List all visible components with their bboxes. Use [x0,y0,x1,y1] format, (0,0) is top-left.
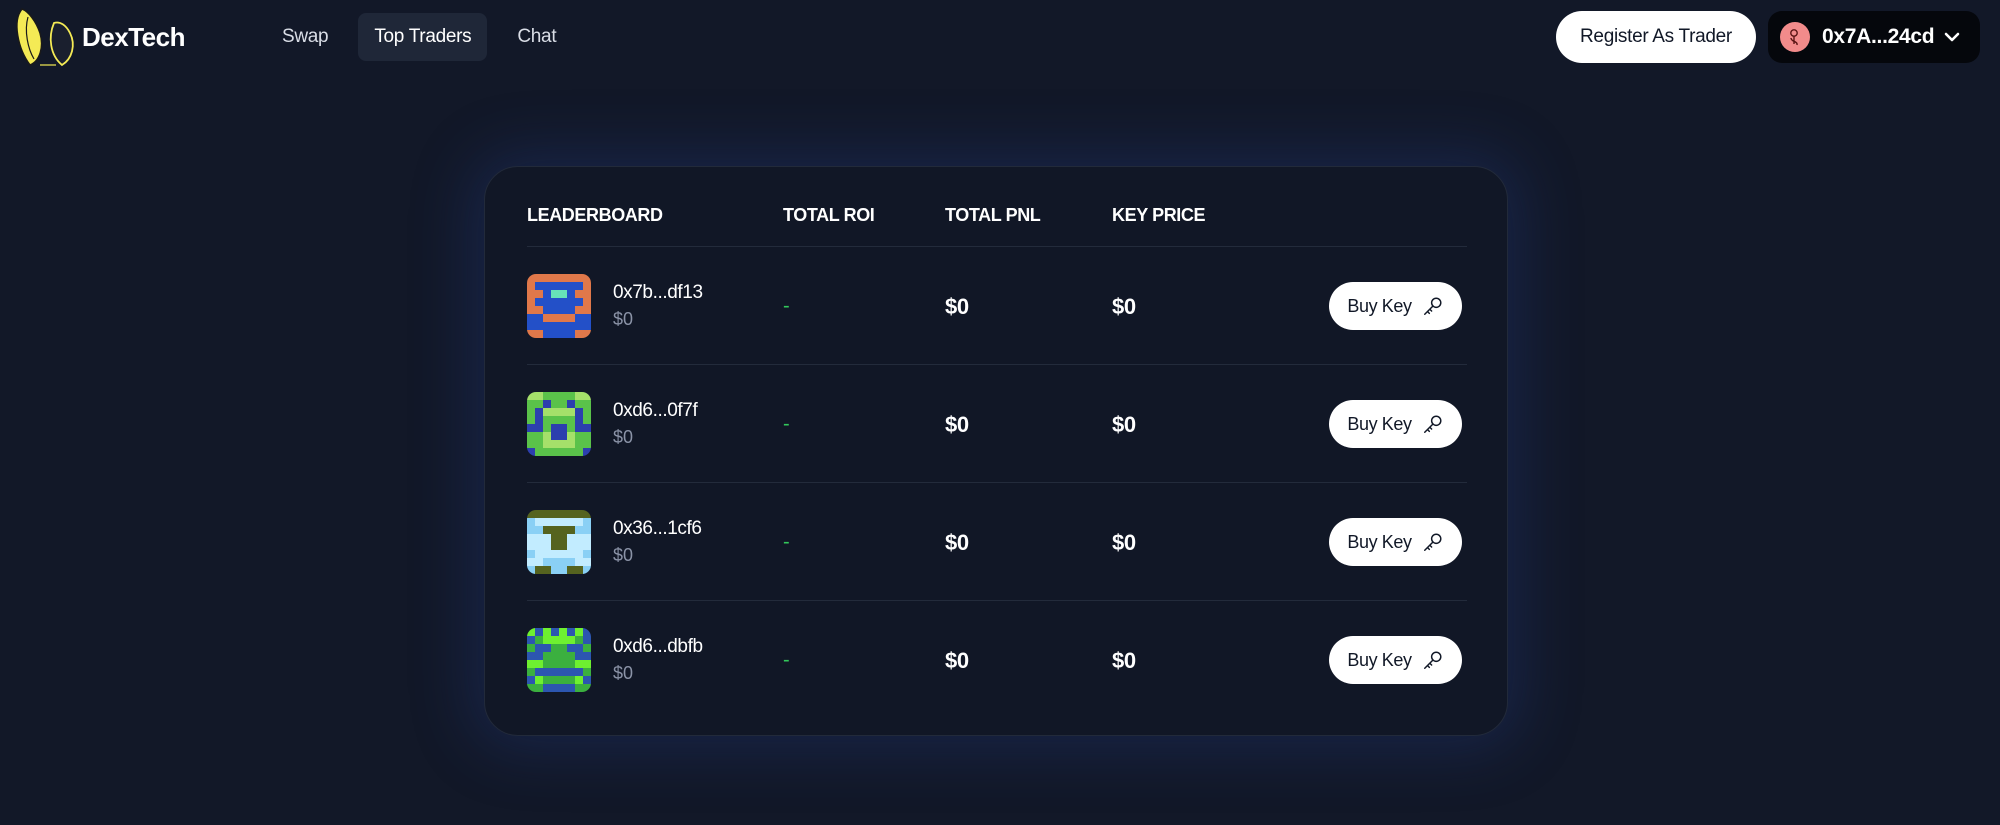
table-row: 0xd6...dbfb $0 - $0 $0 Buy Key [527,601,1467,719]
column-leaderboard: LEADERBOARD [527,205,663,225]
key-icon [1423,651,1442,669]
buy-key-button[interactable]: Buy Key [1329,400,1462,448]
trader-value: $0 [613,427,634,447]
trader-address[interactable]: 0xd6...dbfb [613,636,703,658]
key-icon [1423,533,1442,551]
leaderboard-header-row: LEADERBOARD TOTAL ROI TOTAL PNL KEY PRIC… [527,167,1467,247]
wallet-address: 0x7A...24cd [1822,25,1935,48]
trader-address[interactable]: 0x36...1cf6 [613,518,702,540]
total-pnl-value: $0 [945,530,969,555]
bunny-ears-icon [16,8,74,67]
nav-top-traders[interactable]: Top Traders [358,13,488,61]
wallet-button[interactable]: 0x7A...24cd [1768,11,1980,63]
key-icon [1423,415,1442,433]
buy-key-button[interactable]: Buy Key [1329,282,1462,330]
table-row: 0x36...1cf6 $0 - $0 $0 Buy Key [527,483,1467,601]
key-price-value: $0 [1112,294,1136,319]
top-bar: DexTech Swap Top Traders Chat Register A… [0,0,2000,76]
total-pnl-value: $0 [945,294,969,319]
brand-name[interactable]: DexTech [82,22,185,53]
trader-avatar[interactable] [527,274,591,338]
total-roi-value: - [783,531,790,553]
buy-key-label: Buy Key [1347,295,1412,316]
column-total-pnl: TOTAL PNL [945,205,1041,225]
table-row: 0xd6...0f7f $0 - $0 $0 Buy Key [527,365,1467,483]
trader-avatar[interactable] [527,392,591,456]
table-row: 0x7b...df13 $0 - $0 $0 Buy Key [527,247,1467,365]
total-roi-value: - [783,295,790,317]
leaderboard-panel: LEADERBOARD TOTAL ROI TOTAL PNL KEY PRIC… [484,166,1508,736]
buy-key-label: Buy Key [1347,649,1412,670]
trader-value: $0 [613,545,634,565]
buy-key-button[interactable]: Buy Key [1329,636,1462,684]
main-nav: Swap Top Traders Chat [266,13,572,61]
trader-avatar[interactable] [527,628,591,692]
user-avatar-icon [1780,22,1810,52]
key-price-value: $0 [1112,412,1136,437]
total-pnl-value: $0 [945,648,969,673]
trader-value: $0 [613,663,634,683]
key-icon [1423,297,1442,315]
register-as-trader-button[interactable]: Register As Trader [1556,11,1756,63]
buy-key-button[interactable]: Buy Key [1329,518,1462,566]
brand-logo[interactable] [10,2,92,70]
buy-key-label: Buy Key [1347,531,1412,552]
column-total-roi: TOTAL ROI [783,205,875,225]
nav-chat[interactable]: Chat [501,13,572,61]
trader-address[interactable]: 0xd6...0f7f [613,400,698,422]
trader-address[interactable]: 0x7b...df13 [613,282,703,304]
column-key-price: KEY PRICE [1112,205,1206,225]
total-roi-value: - [783,649,790,671]
buy-key-label: Buy Key [1347,413,1412,434]
key-price-value: $0 [1112,530,1136,555]
trader-value: $0 [613,309,634,329]
total-pnl-value: $0 [945,412,969,437]
key-price-value: $0 [1112,648,1136,673]
total-roi-value: - [783,413,790,435]
trader-avatar[interactable] [527,510,591,574]
nav-swap[interactable]: Swap [266,13,344,61]
chevron-down-icon [1944,32,1960,42]
